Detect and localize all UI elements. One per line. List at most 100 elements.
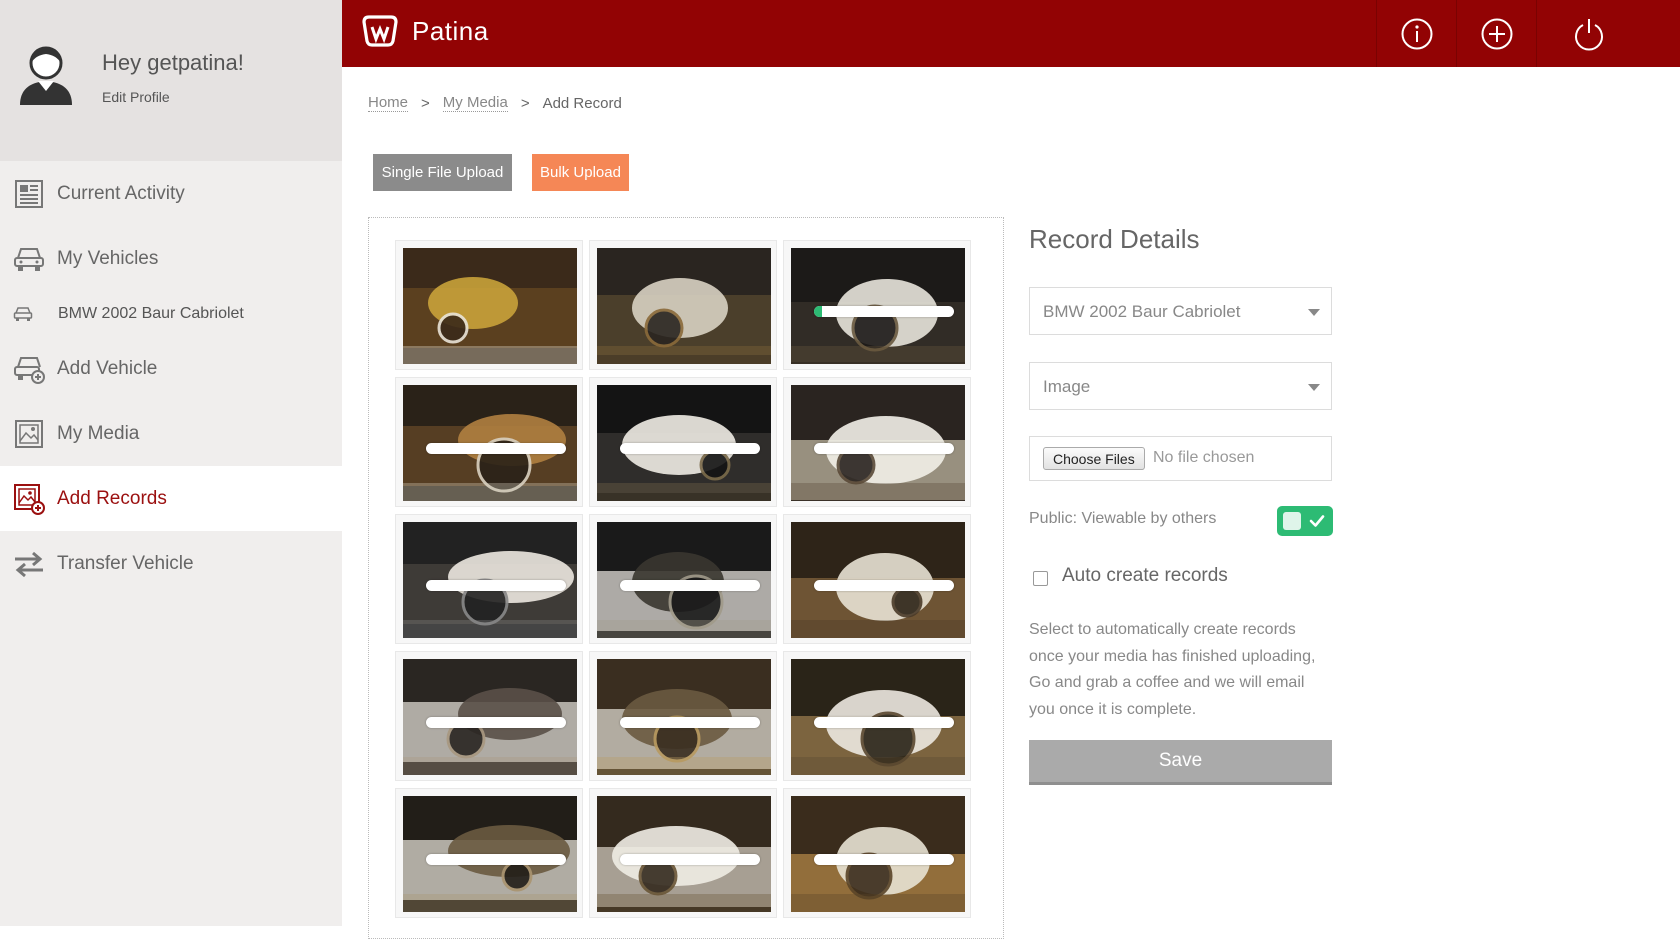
photo-image: [597, 796, 771, 912]
caret-down-icon: [1308, 309, 1320, 316]
edit-profile-link[interactable]: Edit Profile: [102, 89, 170, 105]
sidebar-item-my-media[interactable]: My Media: [0, 401, 342, 466]
media-type-select-value: Image: [1043, 377, 1091, 396]
sidebar-item-label: Transfer Vehicle: [57, 552, 194, 574]
sidebar: Hey getpatina! Edit Profile Current Acti…: [0, 0, 342, 926]
greeting-text: Hey getpatina!: [102, 50, 244, 75]
bulk-upload-button[interactable]: Bulk Upload: [532, 154, 629, 191]
photo-image: [791, 522, 965, 638]
upload-progress-bar: [426, 717, 566, 728]
newspaper-icon: [13, 178, 45, 210]
sidebar-item-my-vehicles[interactable]: My Vehicles: [0, 226, 342, 291]
upload-progress-fill: [814, 306, 823, 317]
checkmark-icon: [1309, 515, 1325, 527]
media-thumbnail[interactable]: [783, 651, 971, 781]
car-add-icon: [13, 353, 45, 385]
media-upload-panel: [368, 217, 1004, 939]
upload-progress-bar: [620, 580, 760, 591]
photo-image: [403, 659, 577, 775]
photo-image: [597, 659, 771, 775]
media-thumbnail[interactable]: [589, 377, 777, 507]
breadcrumb-current: Add Record: [542, 94, 622, 112]
info-button[interactable]: [1376, 0, 1457, 67]
photo-image: [403, 796, 577, 912]
media-thumbnail[interactable]: [589, 651, 777, 781]
photo-image: [791, 796, 965, 912]
single-file-upload-button[interactable]: Single File Upload: [373, 154, 512, 191]
breadcrumb-home[interactable]: Home: [368, 94, 409, 112]
photo-image: [403, 248, 577, 364]
photo-image: [791, 248, 965, 364]
record-details-title: Record Details: [1029, 224, 1200, 254]
upload-progress-bar: [814, 854, 954, 865]
sidebar-item-transfer-vehicle[interactable]: Transfer Vehicle: [0, 531, 342, 596]
media-thumbnail[interactable]: [589, 788, 777, 918]
sidebar-item-add-vehicle[interactable]: Add Vehicle: [0, 336, 342, 401]
sidebar-nav: Current Activity My Vehicles BMW 2002 Baur…: [0, 161, 342, 596]
public-label: Public: Viewable by others: [1029, 510, 1217, 527]
media-thumbnail[interactable]: [395, 377, 583, 507]
auto-create-label[interactable]: Auto create records: [1062, 565, 1228, 587]
toggle-knob: [1283, 512, 1301, 530]
plus-circle-icon: [1481, 18, 1513, 49]
photo-image: [597, 385, 771, 501]
sidebar-item-label: Current Activity: [57, 182, 185, 204]
media-thumbnail[interactable]: [589, 514, 777, 644]
no-file-text: No file chosen: [1153, 449, 1255, 466]
breadcrumb-separator: >: [520, 94, 530, 112]
photo-image: [403, 385, 577, 501]
brand-name: Patina: [412, 15, 489, 46]
upload-progress-bar: [814, 443, 954, 454]
upload-progress-bar: [814, 717, 954, 728]
media-thumbnail[interactable]: [783, 377, 971, 507]
upload-progress-bar: [814, 306, 954, 317]
image-icon: [13, 418, 45, 450]
car-small-icon: [12, 303, 34, 325]
sidebar-item-current-activity[interactable]: Current Activity: [0, 161, 342, 226]
sidebar-item-label: Add Records: [57, 487, 167, 509]
breadcrumb-separator: >: [421, 94, 430, 112]
choose-files-button[interactable]: Choose Files: [1043, 447, 1145, 470]
media-thumbnail[interactable]: [395, 788, 583, 918]
upload-progress-bar: [620, 717, 760, 728]
media-thumbnail[interactable]: [395, 240, 583, 370]
media-thumbnail[interactable]: [783, 240, 971, 370]
sidebar-item-add-records[interactable]: Add Records: [0, 466, 342, 531]
public-toggle[interactable]: [1277, 506, 1333, 536]
vehicle-select[interactable]: BMW 2002 Baur Cabriolet: [1029, 287, 1332, 335]
logout-button[interactable]: [1536, 0, 1680, 67]
image-add-icon: [13, 483, 45, 515]
auto-create-help-text: Select to automatically create records o…: [1029, 621, 1316, 718]
media-type-select[interactable]: Image: [1029, 362, 1332, 410]
power-icon: [1575, 18, 1603, 51]
upload-progress-bar: [814, 580, 954, 591]
photo-image: [597, 248, 771, 364]
top-bar: Patina: [342, 0, 1680, 67]
upload-progress-bar: [620, 443, 760, 454]
photo-image: [791, 659, 965, 775]
upload-progress-bar: [620, 854, 760, 865]
save-button[interactable]: Save: [1029, 740, 1332, 785]
media-thumbnail[interactable]: [783, 788, 971, 918]
photo-image: [597, 522, 771, 638]
photo-image: [403, 522, 577, 638]
sidebar-item-label: Add Vehicle: [57, 357, 158, 379]
media-thumbnail[interactable]: [589, 240, 777, 370]
auto-create-checkbox[interactable]: [1033, 571, 1048, 586]
sidebar-item-bmw-2002-baur-cabriolet[interactable]: BMW 2002 Baur Cabriolet: [0, 291, 342, 336]
media-thumbnail[interactable]: [395, 651, 583, 781]
add-button[interactable]: [1456, 0, 1537, 67]
photo-image: [791, 385, 965, 501]
car-icon: [13, 243, 45, 275]
upload-progress-bar: [426, 580, 566, 591]
user-avatar-icon[interactable]: [16, 43, 76, 107]
sidebar-item-label: My Media: [57, 422, 140, 444]
profile-panel: Hey getpatina! Edit Profile: [0, 0, 342, 161]
upload-progress-bar: [426, 854, 566, 865]
info-icon: [1401, 18, 1433, 49]
brand-logo[interactable]: Patina: [360, 14, 489, 48]
media-thumbnail[interactable]: [395, 514, 583, 644]
media-thumbnail[interactable]: [783, 514, 971, 644]
breadcrumb-my-media[interactable]: My Media: [442, 94, 508, 112]
transfer-arrows-icon: [13, 548, 45, 580]
